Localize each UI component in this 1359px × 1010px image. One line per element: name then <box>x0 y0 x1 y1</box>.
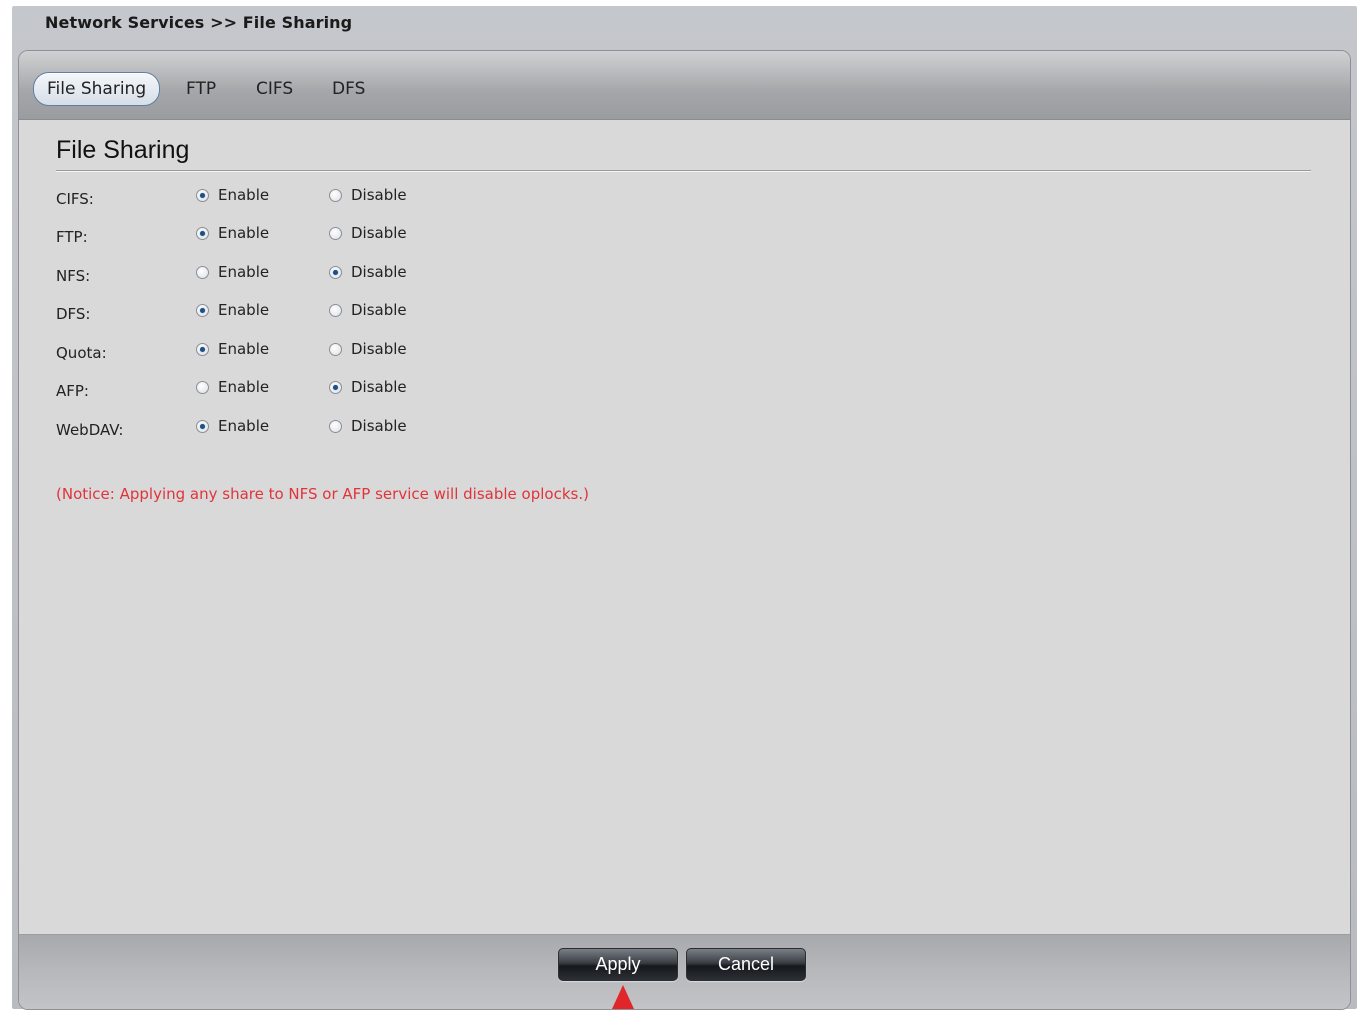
ftp-disable-label: Disable <box>351 224 407 242</box>
cifs-enable-option[interactable]: Enable <box>196 184 269 206</box>
cifs-disable-option[interactable]: Disable <box>329 184 407 206</box>
setting-row-cifs: CIFS: Enable Disable <box>56 184 656 214</box>
webdav-label: WebDAV: <box>56 421 124 439</box>
quota-label: Quota: <box>56 344 107 362</box>
setting-row-afp: AFP: Enable Disable <box>56 376 656 406</box>
quota-enable-label: Enable <box>218 340 270 358</box>
cancel-button[interactable]: Cancel <box>686 948 806 981</box>
afp-disable-radio[interactable] <box>329 380 342 394</box>
nfs-enable-radio[interactable] <box>196 265 209 279</box>
afp-label: AFP: <box>56 382 89 400</box>
nfs-disable-radio[interactable] <box>329 265 342 279</box>
nfs-label: NFS: <box>56 267 91 285</box>
setting-row-dfs: DFS: Enable Disable <box>56 299 656 329</box>
tab-dfs[interactable]: DFS <box>332 73 365 105</box>
webdav-disable-radio[interactable] <box>329 419 342 433</box>
dfs-disable-label: Disable <box>351 301 407 319</box>
breadcrumb: Network Services >> File Sharing <box>45 13 353 32</box>
quota-disable-radio[interactable] <box>329 342 342 356</box>
setting-row-ftp: FTP: Enable Disable <box>56 222 656 252</box>
ftp-disable-radio[interactable] <box>329 226 342 240</box>
section-divider <box>56 170 1311 172</box>
webdav-disable-label: Disable <box>351 417 407 435</box>
nfs-disable-label: Disable <box>351 263 407 281</box>
section-title: File Sharing <box>56 136 190 164</box>
afp-enable-label: Enable <box>218 378 270 396</box>
dfs-enable-radio[interactable] <box>196 303 209 317</box>
quota-disable-label: Disable <box>351 340 407 358</box>
quota-enable-radio[interactable] <box>196 342 209 356</box>
ftp-label: FTP: <box>56 228 88 246</box>
tab-ftp[interactable]: FTP <box>186 73 216 105</box>
tab-cifs[interactable]: CIFS <box>256 73 293 105</box>
dfs-disable-option[interactable]: Disable <box>329 299 407 321</box>
ftp-disable-option[interactable]: Disable <box>329 222 407 244</box>
dfs-label: DFS: <box>56 305 91 323</box>
webdav-enable-label: Enable <box>218 417 270 435</box>
setting-row-webdav: WebDAV: Enable Disable <box>56 415 656 445</box>
quota-enable-option[interactable]: Enable <box>196 338 269 360</box>
nfs-disable-option[interactable]: Disable <box>329 261 407 283</box>
nfs-enable-label: Enable <box>218 263 270 281</box>
webdav-enable-radio[interactable] <box>196 419 209 433</box>
afp-disable-option[interactable]: Disable <box>329 376 407 398</box>
quota-disable-option[interactable]: Disable <box>329 338 407 360</box>
afp-disable-label: Disable <box>351 378 407 396</box>
apply-button[interactable]: Apply <box>558 948 678 981</box>
footer-bar: Apply Cancel <box>19 934 1350 1009</box>
app-window: Network Services >> File Sharing File Sh… <box>12 6 1357 1010</box>
setting-row-quota: Quota: Enable Disable <box>56 338 656 368</box>
webdav-enable-option[interactable]: Enable <box>196 415 269 437</box>
tab-bar: File Sharing FTP CIFS DFS <box>19 51 1350 120</box>
nfs-enable-option[interactable]: Enable <box>196 261 269 283</box>
dfs-enable-label: Enable <box>218 301 270 319</box>
cifs-enable-radio[interactable] <box>196 188 209 202</box>
webdav-disable-option[interactable]: Disable <box>329 415 407 437</box>
dfs-disable-radio[interactable] <box>329 303 342 317</box>
cifs-label: CIFS: <box>56 190 94 208</box>
main-panel: File Sharing FTP CIFS DFS File Sharing C… <box>18 50 1351 1010</box>
afp-enable-radio[interactable] <box>196 380 209 394</box>
afp-enable-option[interactable]: Enable <box>196 376 269 398</box>
dfs-enable-option[interactable]: Enable <box>196 299 269 321</box>
ftp-enable-radio[interactable] <box>196 226 209 240</box>
ftp-enable-label: Enable <box>218 224 270 242</box>
ftp-enable-option[interactable]: Enable <box>196 222 269 244</box>
notice-text: (Notice: Applying any share to NFS or AF… <box>56 485 589 503</box>
tab-file-sharing[interactable]: File Sharing <box>33 72 161 106</box>
cifs-disable-label: Disable <box>351 186 407 204</box>
content-area: File Sharing CIFS: Enable Disable FTP: Enabl… <box>19 120 1350 935</box>
arrow-pointer-icon <box>612 985 634 1009</box>
setting-row-nfs: NFS: Enable Disable <box>56 261 656 291</box>
cifs-enable-label: Enable <box>218 186 270 204</box>
cifs-disable-radio[interactable] <box>329 188 342 202</box>
